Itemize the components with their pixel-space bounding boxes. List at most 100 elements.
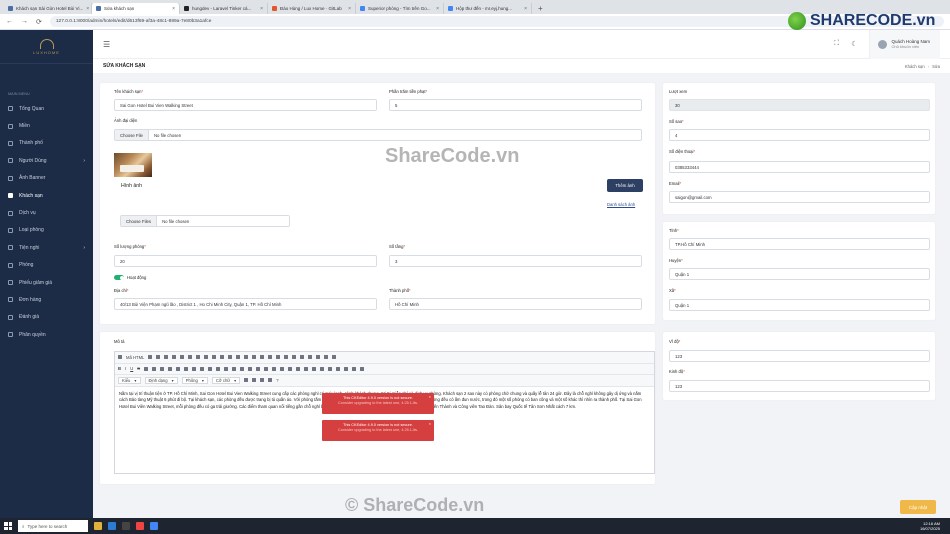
windows-start-icon[interactable] <box>4 522 12 530</box>
tab-close-icon[interactable]: × <box>172 6 175 12</box>
tab-close-icon[interactable]: × <box>86 6 89 12</box>
user-menu[interactable]: Quách Hoàng Nam Chủ khuôn viên <box>869 29 940 59</box>
longitude-input[interactable]: 123 <box>669 380 930 392</box>
latitude-input[interactable]: 123 <box>669 350 930 362</box>
gallery-files-input[interactable]: Choose Files No file chosen <box>120 215 290 227</box>
format-style-select[interactable]: Kiểu ▾ <box>118 376 141 384</box>
button-icon[interactable] <box>316 355 321 360</box>
sidebar-item[interactable]: Miền <box>0 117 93 134</box>
sidebar-item[interactable]: Ảnh Banner <box>0 170 93 187</box>
image-icon[interactable] <box>304 366 309 371</box>
outdent-icon[interactable] <box>192 366 197 371</box>
fullscreen-icon[interactable]: ⛶ <box>834 40 839 48</box>
breadcrumb-hotels[interactable]: Khách sạn <box>905 64 925 69</box>
taskbar-search[interactable]: ⌕ Type here to search <box>18 520 88 532</box>
replace-icon[interactable] <box>244 355 249 360</box>
chrome-icon[interactable] <box>150 522 158 530</box>
source-icon[interactable] <box>118 355 122 360</box>
unlink-icon[interactable] <box>288 366 293 371</box>
dark-mode-icon[interactable]: ☾ <box>851 40 857 48</box>
form-icon[interactable] <box>268 355 273 360</box>
close-icon[interactable]: × <box>429 394 431 399</box>
choose-file-button[interactable]: Choose File <box>115 130 149 140</box>
tab-close-icon[interactable]: × <box>524 6 527 12</box>
underline-icon[interactable]: U <box>130 366 133 371</box>
print-icon[interactable] <box>172 355 177 360</box>
active-toggle[interactable] <box>114 275 124 280</box>
find-icon[interactable] <box>236 355 241 360</box>
image-button-icon[interactable] <box>324 355 329 360</box>
image-file-input[interactable]: Choose File No file chosen <box>114 129 642 141</box>
paste-word-icon[interactable] <box>212 355 217 360</box>
sidebar-item[interactable]: Phiếu giảm giá <box>0 274 93 291</box>
font-size-select[interactable]: Cỡ chữ ▾ <box>211 376 241 384</box>
phone-input[interactable]: 0385333444 <box>669 161 930 173</box>
new-tab-icon[interactable]: + <box>532 3 549 14</box>
browser-tab[interactable]: hungdev - Laravel Tinker cá... × <box>180 3 268 14</box>
bg-color-icon[interactable] <box>252 378 257 383</box>
city-input[interactable]: Hồ Chí Minh <box>389 298 642 310</box>
align-center-icon[interactable] <box>232 366 237 371</box>
sidebar-item[interactable]: Thành phố <box>0 135 93 152</box>
textfield-icon[interactable] <box>292 355 297 360</box>
strike-icon[interactable]: S <box>137 366 140 371</box>
forward-icon[interactable]: → <box>21 18 28 25</box>
indent-icon[interactable] <box>200 366 205 371</box>
back-icon[interactable]: ← <box>6 18 13 25</box>
copy-format-icon[interactable] <box>168 366 173 371</box>
select-icon[interactable] <box>308 355 313 360</box>
terminal-icon[interactable] <box>122 522 130 530</box>
hamburger-icon[interactable]: ☰ <box>103 40 110 49</box>
table-icon[interactable] <box>320 366 325 371</box>
browser-tab[interactable]: Hộp thư đến - mr.eyj.hung... × <box>444 3 532 14</box>
gallery-list-link[interactable]: Danh sách ảnh <box>607 202 635 207</box>
remove-format-icon[interactable] <box>160 366 165 371</box>
province-select[interactable]: TP.Hồ Chí Minh <box>669 238 930 250</box>
spellcheck-icon[interactable] <box>260 355 265 360</box>
subscript-icon[interactable] <box>144 366 149 371</box>
browser-tab[interactable]: Khách sạn Sài Gòn Hotel Bùi Vi... × <box>4 3 92 14</box>
sidebar-item[interactable]: Người Dùng › <box>0 152 93 169</box>
rtl-icon[interactable] <box>264 366 269 371</box>
superscript-icon[interactable] <box>152 366 157 371</box>
sidebar-item[interactable]: Tổng Quan <box>0 100 93 117</box>
rooms-input[interactable]: 20 <box>114 255 377 267</box>
floors-input[interactable]: 3 <box>389 255 642 267</box>
font-select[interactable]: Phông ▾ <box>181 376 208 384</box>
close-icon-2[interactable]: × <box>429 421 431 426</box>
anchor-icon[interactable] <box>296 366 301 371</box>
hotel-name-input[interactable]: Sai Gon Hotel Bui Vien Walking Street <box>114 99 377 111</box>
save-icon[interactable] <box>148 355 153 360</box>
redo-icon[interactable] <box>228 355 233 360</box>
paragraph-format-select[interactable]: Định dạng ▾ <box>144 376 178 384</box>
div-icon[interactable] <box>216 366 221 371</box>
source-button[interactable]: Mã HTML <box>126 355 144 360</box>
flash-icon[interactable] <box>312 366 317 371</box>
update-button[interactable]: Cập nhật <box>900 500 936 514</box>
bold-icon[interactable]: B <box>118 366 121 371</box>
help-icon[interactable]: ? <box>276 378 278 383</box>
tab-close-icon[interactable]: × <box>348 6 351 12</box>
vscode-icon[interactable] <box>108 522 116 530</box>
hr-icon[interactable] <box>328 366 333 371</box>
stars-input[interactable]: 4 <box>669 129 930 141</box>
page-break-icon[interactable] <box>352 366 357 371</box>
ltr-icon[interactable] <box>256 366 261 371</box>
select-all-icon[interactable] <box>252 355 257 360</box>
textarea-icon[interactable] <box>300 355 305 360</box>
italic-icon[interactable]: I <box>125 366 126 371</box>
cut-icon[interactable] <box>180 355 185 360</box>
sidebar-item[interactable]: Đơn hàng <box>0 291 93 308</box>
reload-icon[interactable]: ⟳ <box>36 18 42 26</box>
browser-tab[interactable]: Sửa khách sạn × <box>92 3 180 14</box>
sidebar-item[interactable]: Tiện nghi › <box>0 239 93 256</box>
link-icon[interactable] <box>280 366 285 371</box>
paste-text-icon[interactable] <box>204 355 209 360</box>
fee-input[interactable]: 5 <box>389 99 642 111</box>
file-explorer-icon[interactable] <box>94 522 102 530</box>
language-icon[interactable] <box>272 366 277 371</box>
sidebar-item[interactable]: Phòng <box>0 257 93 274</box>
align-right-icon[interactable] <box>240 366 245 371</box>
radio-icon[interactable] <box>284 355 289 360</box>
hidden-field-icon[interactable] <box>332 355 337 360</box>
